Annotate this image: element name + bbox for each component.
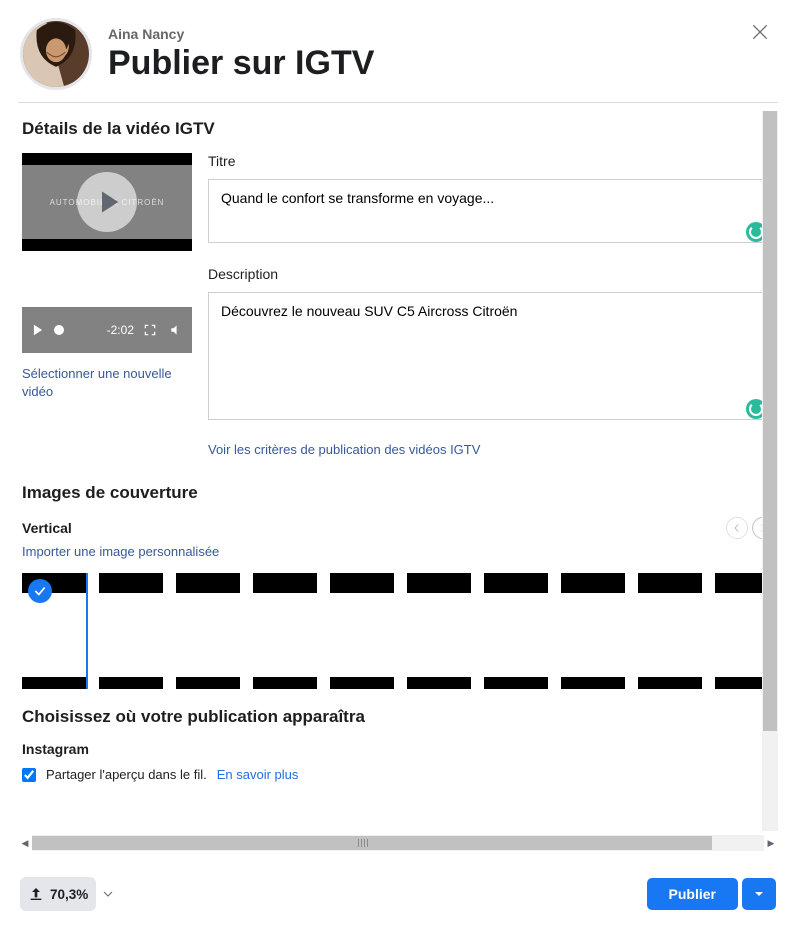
upload-progress: 70,3% [20,877,96,911]
criteria-link[interactable]: Voir les critères de publication des vid… [208,442,480,457]
video-column: AUTOMOBILES CITROËN -2:02 [22,153,192,459]
publish-button[interactable]: Publier [647,878,738,910]
play-icon[interactable] [28,320,48,340]
learn-more-link[interactable]: En savoir plus [217,767,299,782]
modal-header: Aina Nancy Publier sur IGTV [0,0,796,102]
close-button[interactable] [746,18,774,46]
chevron-down-icon [102,888,114,900]
cover-thumb[interactable] [407,573,471,689]
cover-header: Vertical [22,517,774,539]
header-text: Aina Nancy Publier sur IGTV [108,26,776,83]
title-input[interactable] [208,179,774,243]
footer: 70,3% Publier [0,865,796,925]
play-overlay-icon[interactable] [77,172,137,232]
cover-thumbnails [22,573,774,689]
share-preview-row: Partager l'aperçu dans le fil. En savoir… [22,767,774,782]
upload-icon [28,886,44,902]
cover-thumb[interactable] [561,573,625,689]
video-preview[interactable]: AUTOMOBILES CITROËN -2:02 [22,153,192,353]
upload-dropdown[interactable] [96,877,120,911]
appear-section: Choisissez où votre publication apparaît… [22,707,774,782]
volume-icon[interactable] [166,320,186,340]
cover-subtitle: Vertical [22,520,72,536]
instagram-label: Instagram [22,741,774,757]
page-title: Publier sur IGTV [108,44,776,83]
divider [18,102,778,103]
scroll-right-icon[interactable]: ▶ [764,835,778,851]
horizontal-scrollbar[interactable]: ◀ ▶ [18,835,778,851]
username: Aina Nancy [108,26,776,42]
share-preview-checkbox[interactable] [22,768,36,782]
progress-knob[interactable] [54,325,64,335]
cover-thumb[interactable] [638,573,702,689]
title-label: Titre [208,153,774,169]
section-title-details: Détails de la vidéo IGTV [22,119,774,139]
video-controls: -2:02 [22,307,192,353]
section-title-cover: Images de couverture [22,483,774,503]
avatar [20,18,92,90]
cover-thumb[interactable] [176,573,240,689]
details-section: AUTOMOBILES CITROËN -2:02 [22,153,774,459]
caret-down-icon [753,888,765,900]
description-input[interactable] [208,292,774,420]
publish-options-button[interactable] [742,878,776,910]
description-label: Description [208,266,774,282]
vertical-scrollbar[interactable] [762,111,778,831]
scroll-area: Détails de la vidéo IGTV AUTOMOBILES CIT… [18,111,778,855]
chevron-left-icon [732,523,742,533]
scroll-left-icon[interactable]: ◀ [18,835,32,851]
cover-thumb[interactable] [253,573,317,689]
fields-column: Titre Description Voir les critères de p… [208,147,774,459]
cover-thumb[interactable] [330,573,394,689]
upload-percentage: 70,3% [50,887,88,902]
close-icon [750,22,770,42]
share-preview-label: Partager l'aperçu dans le fil. [46,767,207,782]
section-title-appear: Choisissez où votre publication apparaît… [22,707,774,727]
cover-prev-button[interactable] [726,517,748,539]
cover-thumb[interactable] [22,573,86,689]
select-new-video-link[interactable]: Sélectionner une nouvelle vidéo [22,366,172,399]
check-badge-icon [28,579,52,603]
import-cover-link[interactable]: Importer une image personnalisée [22,544,219,559]
cover-thumb[interactable] [99,573,163,689]
cover-thumb[interactable] [484,573,548,689]
video-time: -2:02 [107,323,134,337]
fullscreen-icon[interactable] [140,320,160,340]
